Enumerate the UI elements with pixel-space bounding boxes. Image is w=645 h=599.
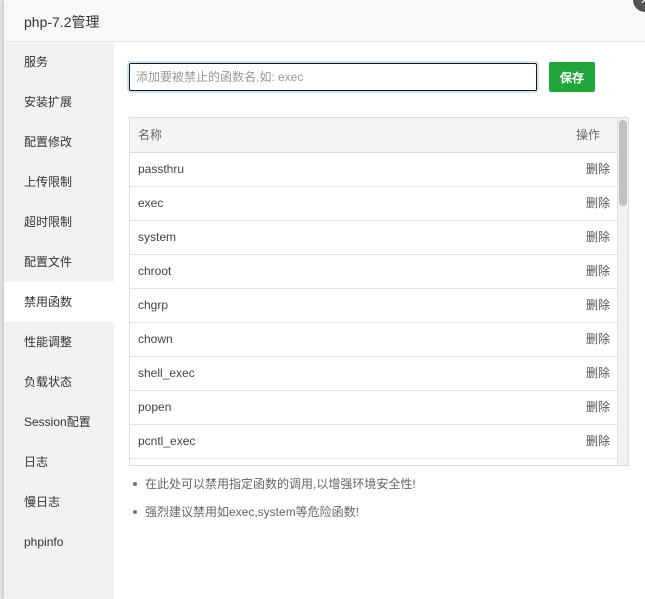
table-row: shell_exec 删除 [130,357,628,391]
delete-link[interactable]: 删除 [586,255,610,288]
function-name: chroot [138,264,172,278]
table-row: chroot 删除 [130,255,628,289]
dialog-title: php-7.2管理 [24,14,100,30]
function-name: popen [138,400,172,414]
delete-link[interactable]: 删除 [586,391,610,424]
column-header-name: 名称 [138,128,163,142]
table-row: exec 删除 [130,187,628,221]
delete-link[interactable]: 删除 [586,153,610,186]
column-header-op: 操作 [575,128,600,142]
dialog-titlebar: php-7.2管理 [4,0,645,42]
function-name: shell_exec [138,366,195,380]
sidebar-item-phpinfo[interactable]: phpinfo [4,522,114,562]
table-row: chgrp 删除 [130,289,628,323]
php-manage-dialog: php-7.2管理 × 服务 安装扩展 配置修改 上传限制 超时限制 配置文件 … [4,0,645,599]
delete-link[interactable]: 删除 [586,425,610,458]
table-header: 名称 操作 [130,118,628,153]
scrollbar-thumb[interactable] [619,120,627,206]
sidebar-item-load-status[interactable]: 负载状态 [4,362,114,402]
table-row: popen 删除 [130,391,628,425]
sidebar-item-service[interactable]: 服务 [4,42,114,82]
table-scrollbar[interactable] [617,118,628,465]
sidebar-item-log[interactable]: 日志 [4,442,114,482]
sidebar: 服务 安装扩展 配置修改 上传限制 超时限制 配置文件 禁用函数 性能调整 负载… [4,42,114,599]
delete-link[interactable]: 删除 [586,323,610,356]
sidebar-item-config-edit[interactable]: 配置修改 [4,122,114,162]
delete-link[interactable]: 删除 [586,221,610,254]
delete-link[interactable]: 删除 [586,187,610,220]
table-row: passthru 删除 [130,153,628,187]
function-name: passthru [138,162,185,176]
delete-link[interactable]: 删除 [586,357,610,390]
function-name: exec [138,196,164,210]
main-content: 保存 名称 操作 passthru 删除 exec 删除 system 删除 c… [114,42,645,599]
function-name-input[interactable] [129,63,537,91]
sidebar-item-timeout-limit[interactable]: 超时限制 [4,202,114,242]
sidebar-item-disabled-functions[interactable]: 禁用函数 [4,282,114,322]
save-button[interactable]: 保存 [549,62,595,92]
disabled-functions-table: 名称 操作 passthru 删除 exec 删除 system 删除 chro… [129,117,629,466]
table-row: pcntl_exec 删除 [130,425,628,459]
function-name: chown [138,332,173,346]
sidebar-item-slow-log[interactable]: 慢日志 [4,482,114,522]
table-row: system 删除 [130,221,628,255]
function-name: system [138,230,177,244]
sidebar-item-upload-limit[interactable]: 上传限制 [4,162,114,202]
tip-item: 在此处可以禁用指定函数的调用,以增强环境安全性! [133,474,416,502]
tips-list: 在此处可以禁用指定函数的调用,以增强环境安全性! 强烈建议禁用如exec,sys… [129,474,416,530]
sidebar-item-performance[interactable]: 性能调整 [4,322,114,362]
sidebar-item-config-file[interactable]: 配置文件 [4,242,114,282]
delete-link[interactable]: 删除 [586,289,610,322]
sidebar-item-session-config[interactable]: Session配置 [4,402,114,442]
function-name: pcntl_exec [138,434,196,448]
sidebar-item-install-extension[interactable]: 安装扩展 [4,82,114,122]
table-row: chown 删除 [130,323,628,357]
tip-item: 强烈建议禁用如exec,system等危险函数! [133,502,416,530]
function-name: chgrp [138,298,169,312]
